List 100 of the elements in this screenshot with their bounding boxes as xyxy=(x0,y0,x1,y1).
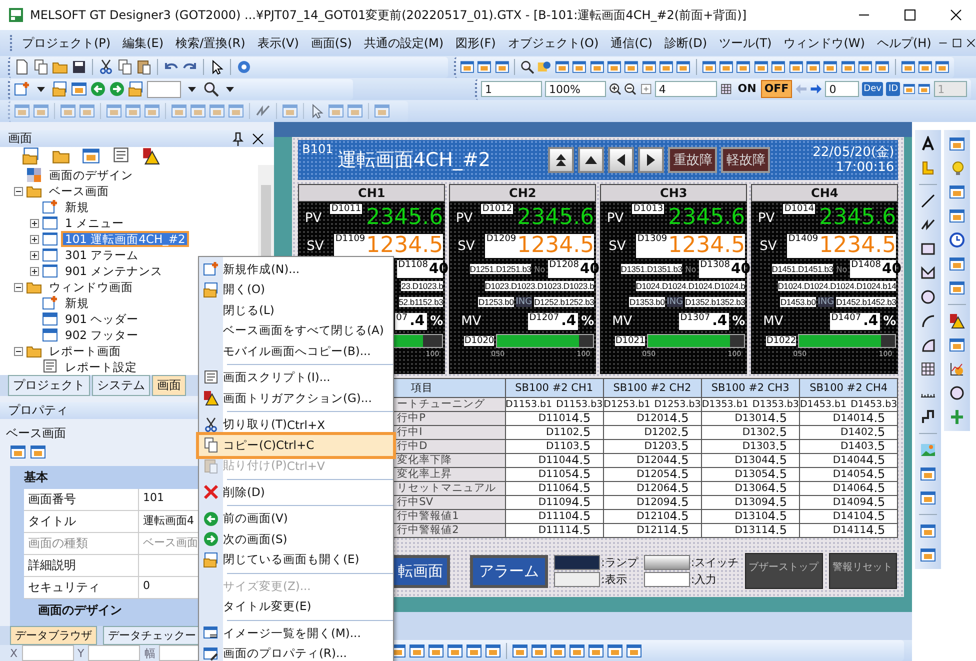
window-icon[interactable] xyxy=(949,208,966,224)
toggle-button[interactable]: OFF xyxy=(761,80,792,98)
save-icon[interactable] xyxy=(71,59,87,75)
menu-item[interactable]: 共通の設定(M) xyxy=(358,34,450,52)
menu-item[interactable]: 通信(C) xyxy=(604,34,658,52)
window-icon[interactable] xyxy=(920,523,936,539)
close-icon[interactable] xyxy=(948,7,964,23)
fit-icon[interactable] xyxy=(640,81,652,97)
menu-item[interactable]: プロジェクト(P) xyxy=(16,34,117,52)
window-icon[interactable] xyxy=(806,59,820,75)
arc-icon[interactable] xyxy=(920,313,936,329)
text-tool-icon[interactable] xyxy=(920,136,936,152)
window-icon[interactable] xyxy=(494,59,510,75)
expand-toggle-icon[interactable] xyxy=(30,266,39,276)
folder-window-icon[interactable] xyxy=(22,147,40,165)
window-icon[interactable] xyxy=(659,59,674,75)
tree-item[interactable]: 1 メニュー xyxy=(61,215,128,231)
section-header[interactable]: 基本 xyxy=(10,466,198,489)
combo-box[interactable]: 4 xyxy=(654,81,718,97)
action-button[interactable]: 警報リセット xyxy=(828,553,897,589)
window-icon[interactable] xyxy=(920,547,936,563)
menu-item[interactable]: 閉じる(L) xyxy=(199,300,393,320)
window-icon[interactable] xyxy=(702,59,716,75)
tree-item[interactable]: 902 フッター xyxy=(61,327,143,343)
right-arrow-circle-icon[interactable] xyxy=(109,81,125,97)
coordinate-field[interactable] xyxy=(88,645,140,661)
window-icon[interactable] xyxy=(10,444,26,460)
window-icon[interactable] xyxy=(903,81,916,97)
warning-icon[interactable] xyxy=(949,313,966,329)
copy-icon[interactable] xyxy=(33,59,49,75)
window-icon[interactable] xyxy=(771,59,786,75)
expand-toggle-icon[interactable] xyxy=(30,234,39,244)
window-icon[interactable] xyxy=(918,59,932,75)
menu-item[interactable]: 図形(F) xyxy=(450,34,502,52)
coordinate-field[interactable] xyxy=(22,645,74,661)
window-icon[interactable] xyxy=(949,136,966,152)
window-icon[interactable] xyxy=(512,642,528,658)
panel-tab[interactable]: データブラウザ xyxy=(10,626,97,645)
window-icon[interactable] xyxy=(554,59,570,75)
toolbar-button[interactable]: Dev xyxy=(862,82,884,96)
menu-item[interactable]: オブジェクト(O) xyxy=(502,34,605,52)
window-icon[interactable] xyxy=(949,184,966,200)
menu-item[interactable]: 画面スクリプト(I)... xyxy=(199,368,393,388)
step-icon[interactable] xyxy=(920,409,936,425)
corner-icon[interactable] xyxy=(920,160,936,176)
window-icon[interactable] xyxy=(875,59,890,75)
window-icon[interactable] xyxy=(607,642,624,658)
help-icon[interactable] xyxy=(236,59,252,75)
rectangle-icon[interactable] xyxy=(920,241,936,257)
window-icon[interactable] xyxy=(935,59,950,75)
window-icon[interactable] xyxy=(82,147,100,165)
grid-icon[interactable] xyxy=(720,81,733,97)
window-icon[interactable] xyxy=(920,490,936,506)
window-icon[interactable] xyxy=(30,444,46,460)
window-icon[interactable] xyxy=(409,642,426,658)
menu-item[interactable]: ウィンドウ(W) xyxy=(778,34,871,52)
window-icon[interactable] xyxy=(949,256,966,272)
maximize-icon[interactable] xyxy=(951,37,964,49)
grid-icon[interactable] xyxy=(920,361,936,377)
panel-tab[interactable]: データチェックー xyxy=(103,626,201,645)
menu-item[interactable]: 新規作成(N)... xyxy=(199,259,393,280)
window-icon[interactable] xyxy=(447,642,464,658)
collapse-toggle-icon[interactable] xyxy=(14,346,23,356)
menu-item[interactable]: タイトル変更(E) xyxy=(199,596,393,617)
circle-icon[interactable] xyxy=(920,289,936,305)
toolbar-button[interactable]: ID xyxy=(886,82,900,96)
tree-item[interactable]: 301 アラーム xyxy=(61,247,143,263)
tree-item[interactable]: 新規 xyxy=(61,295,93,311)
chart-icon[interactable] xyxy=(949,361,966,377)
close-icon[interactable] xyxy=(965,37,976,49)
panel-tab[interactable]: プロジェクト xyxy=(8,375,90,396)
plus-icon[interactable] xyxy=(949,409,966,425)
zoom-combo-box[interactable]: 100% xyxy=(545,81,606,97)
zoom-in-icon[interactable] xyxy=(609,81,622,97)
magnifier-icon[interactable] xyxy=(203,81,219,97)
window-icon[interactable] xyxy=(920,466,936,482)
expand-toggle-icon[interactable] xyxy=(30,250,39,260)
collapse-toggle-icon[interactable] xyxy=(14,186,23,196)
menu-item[interactable]: 画面(S) xyxy=(304,34,358,52)
window-icon[interactable] xyxy=(624,59,639,75)
toggle-button[interactable]: ON xyxy=(736,81,758,97)
window-icon[interactable] xyxy=(858,59,872,75)
window-icon[interactable] xyxy=(477,59,492,75)
line-icon[interactable] xyxy=(920,193,936,209)
circle-icon[interactable] xyxy=(949,385,966,401)
window-icon[interactable] xyxy=(606,59,622,75)
section-header[interactable]: 画面のデザイン xyxy=(10,599,198,622)
nav-button[interactable] xyxy=(638,147,664,173)
window-icon[interactable] xyxy=(900,59,916,75)
window-icon[interactable] xyxy=(918,81,931,97)
nav-button[interactable] xyxy=(608,147,634,173)
combo-box[interactable]: 0 xyxy=(825,81,859,97)
window-icon[interactable] xyxy=(788,59,803,75)
paste-icon[interactable] xyxy=(136,59,152,75)
tree-item[interactable]: 新規 xyxy=(61,199,93,215)
menu-item[interactable]: ヘルプ(H) xyxy=(870,34,938,52)
tree-item[interactable]: 画面のデザイン xyxy=(45,167,137,183)
document-icon[interactable] xyxy=(14,59,30,75)
window-icon[interactable] xyxy=(428,642,444,658)
tree-item[interactable]: 901 メンテナンス xyxy=(61,263,167,279)
